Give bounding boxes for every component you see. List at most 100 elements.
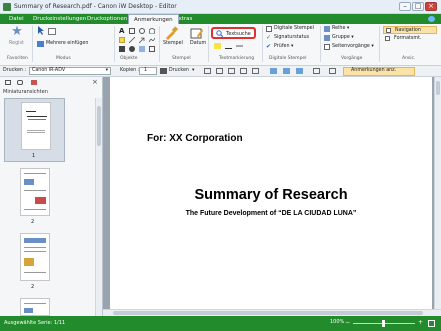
close-icon[interactable]: × bbox=[92, 78, 98, 86]
toolbar-icon-1[interactable] bbox=[204, 68, 211, 74]
scrollbar-thumb[interactable] bbox=[436, 81, 440, 95]
toolbar-icon-9[interactable] bbox=[313, 68, 320, 74]
document-vertical-scrollbar[interactable] bbox=[434, 77, 441, 309]
stamp-icon[interactable] bbox=[164, 26, 179, 40]
zoom-level: 100% bbox=[330, 319, 345, 325]
insert-icon bbox=[37, 41, 44, 47]
panel-heading: Miniaturansichten bbox=[3, 89, 48, 95]
filled-rectangle-icon[interactable] bbox=[119, 46, 125, 52]
thumbnail-panel: × Miniaturansichten 1 2 2 bbox=[0, 77, 103, 316]
thumbnail-item[interactable]: 2 bbox=[4, 165, 65, 229]
panel-toolbar: × bbox=[0, 77, 103, 88]
zoom-in-icon[interactable]: + bbox=[418, 319, 423, 326]
toolbar-icon-7[interactable] bbox=[283, 68, 290, 74]
reihe-button[interactable]: Reihe ▾ bbox=[332, 26, 349, 31]
highlight-icon[interactable] bbox=[139, 46, 145, 52]
thumb-image bbox=[24, 238, 46, 243]
thumbnail-item[interactable] bbox=[4, 295, 65, 316]
copies-field[interactable]: 1 bbox=[139, 67, 157, 75]
drucken-button[interactable]: Drucken bbox=[169, 68, 189, 73]
check-icon: ✓ bbox=[266, 34, 272, 41]
thumb-line bbox=[24, 272, 46, 273]
navigation-label: Navigation bbox=[395, 28, 421, 33]
tab-datei[interactable]: Datei bbox=[4, 14, 29, 24]
zoom-slider-thumb[interactable] bbox=[382, 320, 385, 327]
frame-icon[interactable] bbox=[149, 46, 155, 52]
toolbar-icon-4[interactable] bbox=[240, 68, 247, 74]
copies-value: 1 bbox=[144, 68, 148, 73]
fit-page-icon[interactable] bbox=[428, 320, 435, 327]
scrollbar-thumb[interactable] bbox=[113, 311, 423, 315]
toolbar-icon-10[interactable] bbox=[329, 68, 336, 74]
tab-extras[interactable]: Extras bbox=[170, 14, 197, 24]
text-icon[interactable]: A bbox=[119, 27, 124, 35]
help-icon[interactable] bbox=[428, 16, 435, 22]
note-icon[interactable] bbox=[119, 37, 125, 43]
scrollbar-thumb[interactable] bbox=[97, 106, 101, 146]
seitenvorgaenge-button[interactable]: Seitenvorgänge ▾ bbox=[332, 44, 374, 49]
toolbar-icon-5[interactable] bbox=[252, 68, 259, 74]
document-subtitle: The Future Development of “DE LA CIUDAD … bbox=[185, 210, 357, 217]
group-divider bbox=[32, 26, 33, 62]
thumb-line bbox=[24, 247, 46, 248]
group-ansicht: Ansic. bbox=[402, 56, 416, 61]
bookmark-icon[interactable] bbox=[31, 80, 37, 85]
comment-icon[interactable] bbox=[17, 80, 23, 85]
text-highlight-icon[interactable] bbox=[214, 43, 221, 49]
cursor-icon[interactable] bbox=[37, 26, 45, 35]
group-stempel: Stempel bbox=[172, 56, 191, 61]
group-modus: Modus bbox=[56, 56, 71, 61]
minimize-button[interactable]: – bbox=[399, 2, 411, 11]
thumbnail-item-selected[interactable]: 1 bbox=[4, 98, 65, 162]
select-icon[interactable] bbox=[48, 28, 56, 35]
date-stamp-icon[interactable] bbox=[190, 26, 204, 40]
strikethrough-icon[interactable] bbox=[236, 43, 243, 49]
filled-ellipse-icon[interactable] bbox=[129, 46, 135, 52]
datum-button[interactable]: Datum bbox=[190, 41, 206, 46]
printer-icon bbox=[160, 68, 167, 74]
navigation-button[interactable]: Navigation bbox=[383, 26, 437, 34]
verify-icon: ✔ bbox=[266, 43, 272, 50]
signaturstatus-button[interactable]: Signaturstatus bbox=[274, 35, 309, 40]
zoom-out-icon[interactable]: − bbox=[345, 319, 350, 326]
textsuche-button[interactable]: Textsuche bbox=[211, 27, 256, 39]
close-button[interactable]: × bbox=[425, 2, 437, 11]
pen-icon[interactable] bbox=[148, 37, 156, 43]
polygon-icon[interactable] bbox=[148, 27, 156, 35]
line-icon[interactable] bbox=[128, 36, 136, 44]
thumb-line bbox=[27, 116, 47, 117]
underline-icon[interactable] bbox=[225, 43, 232, 49]
pruefen-button[interactable]: Prüfen ▾ bbox=[274, 44, 293, 49]
rectangle-icon[interactable] bbox=[129, 28, 135, 34]
toolbar-icon-3[interactable] bbox=[228, 68, 235, 74]
thumb-line bbox=[26, 111, 36, 112]
toolbar-icon-2[interactable] bbox=[216, 68, 223, 74]
thumbnail-item[interactable]: 2 bbox=[4, 230, 65, 294]
thumbnail-view-icon[interactable] bbox=[5, 80, 11, 85]
printer-select[interactable]: Canon iR-ADV ▾ bbox=[29, 67, 111, 75]
textsuche-label: Textsuche bbox=[226, 31, 251, 37]
anmerkungen-anzeigen-button[interactable]: Anmerkungen anz. bbox=[343, 67, 415, 76]
thumbnail-page bbox=[20, 298, 50, 316]
chevron-down-icon[interactable]: ▾ bbox=[192, 68, 194, 73]
document-horizontal-scrollbar[interactable] bbox=[103, 309, 441, 316]
thumbnail-scrollbar[interactable] bbox=[95, 98, 102, 316]
maximize-button[interactable]: □ bbox=[412, 2, 424, 11]
ellipse-icon[interactable] bbox=[139, 28, 145, 34]
toolbar-icon-8[interactable] bbox=[296, 68, 303, 74]
regist-button[interactable]: Regist bbox=[9, 41, 24, 46]
toolbar-icon-6[interactable] bbox=[270, 68, 277, 74]
stempel-button[interactable]: Stempel bbox=[163, 41, 183, 46]
gruppe-button[interactable]: Gruppe ▾ bbox=[332, 35, 354, 40]
order-icon bbox=[324, 26, 330, 32]
tab-druckoptionen[interactable]: Druckoptionen bbox=[82, 14, 132, 24]
arrow-icon[interactable] bbox=[138, 37, 145, 44]
kopien-label: Kopien : bbox=[120, 68, 140, 73]
print-toolbar: Drucken : Canon iR-ADV ▾ Kopien : 1 Druc… bbox=[0, 66, 441, 77]
navigation-icon bbox=[386, 28, 391, 33]
star-icon: ★ bbox=[11, 24, 23, 39]
digitale-stempel-button[interactable]: Digitale Stempel bbox=[274, 26, 314, 31]
formatsmt-button[interactable]: Formatsmt. bbox=[394, 36, 421, 41]
group-divider bbox=[114, 26, 115, 62]
mehrere-einfuegen-button[interactable]: Mehrere einfügen bbox=[46, 41, 88, 46]
